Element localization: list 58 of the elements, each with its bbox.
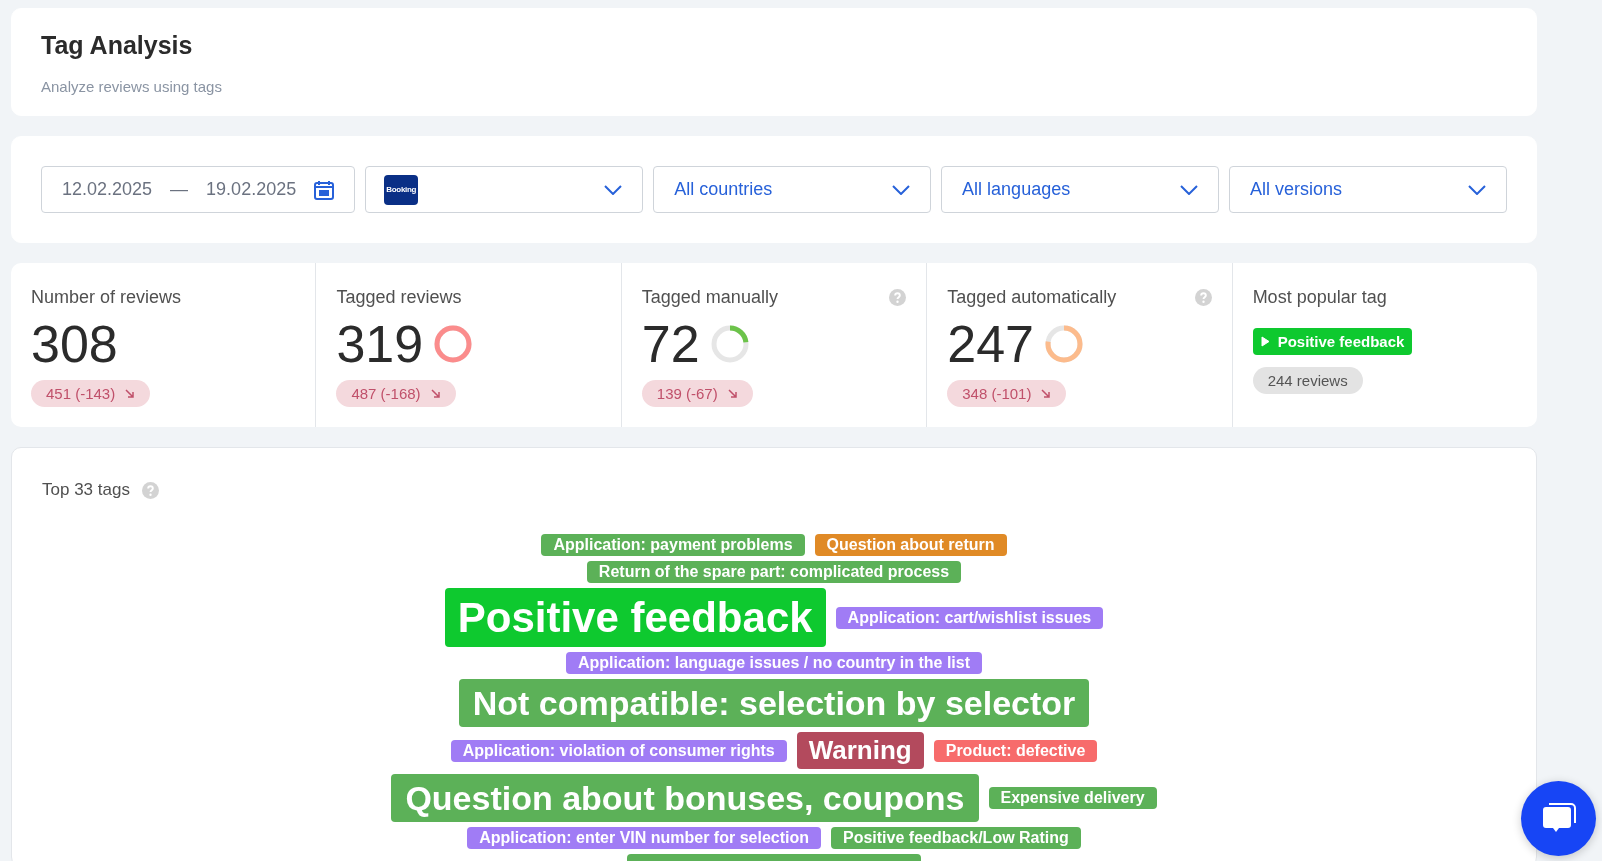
stat-value: 247 <box>947 314 1034 374</box>
change-badge: 139 (-67) <box>641 380 753 407</box>
app-logo: Booking <box>384 174 419 205</box>
stat-label: Number of reviews <box>31 287 182 308</box>
arrow-down-right-icon <box>125 388 136 399</box>
tag-chip[interactable]: Question about return <box>814 534 1007 556</box>
tag-chip[interactable]: Application: cart/wishlist issues <box>835 606 1104 629</box>
chevron-down-icon <box>1468 184 1486 195</box>
stat-value: 72 <box>641 314 700 374</box>
progress-ring <box>433 324 474 364</box>
arrow-down-right-icon <box>727 388 738 399</box>
progress-ring <box>1044 324 1084 364</box>
stat-label: Most popular tag <box>1252 287 1388 308</box>
chat-button[interactable] <box>1521 781 1596 856</box>
change-badge: 348 (-101) <box>947 380 1067 407</box>
calendar-icon[interactable] <box>314 179 335 200</box>
arrow-down-right-icon <box>430 388 441 399</box>
change-badge: 487 (-168) <box>336 380 456 407</box>
stat-value: 308 <box>31 314 118 374</box>
app-dropdown[interactable]: Booking <box>365 166 644 213</box>
date-range-field[interactable]: 12.02.2025 — 19.02.2025 <box>41 166 356 213</box>
section-title: Top 33 tags <box>42 480 130 500</box>
tag-chip[interactable]: Application: violation of consumer rights <box>450 739 787 762</box>
chevron-down-icon <box>604 184 623 195</box>
tag-chip[interactable]: Application: payment problems <box>541 534 805 556</box>
tag-chip[interactable]: Not compatible: selection by selector <box>458 679 1090 727</box>
filter-dropdown[interactable]: All countries <box>653 166 932 213</box>
change-badge: 451 (-143) <box>31 380 151 407</box>
chevron-down-icon <box>892 184 911 195</box>
progress-ring <box>709 324 750 364</box>
tag-chip[interactable]: Application: enter VIN number for selection <box>467 827 821 849</box>
tag-chip[interactable]: Question about bonuses, coupons <box>391 774 979 822</box>
stat-value: 319 <box>336 314 424 374</box>
date-from: 12.02.2025 <box>62 179 153 200</box>
date-to: 19.02.2025 <box>206 179 297 200</box>
arrow-down-right-icon <box>1041 388 1052 399</box>
date-separator: — <box>170 179 189 200</box>
page-title: Tag Analysis <box>41 31 194 60</box>
stat-label: Tagged manually <box>641 287 778 308</box>
review-count-badge: 244 reviews <box>1252 367 1363 394</box>
tag-chip[interactable]: Product: defective <box>933 739 1098 762</box>
tag-chip[interactable]: Positive feedback <box>444 588 826 647</box>
filter-dropdown[interactable]: All languages <box>941 166 1220 213</box>
tag-chip[interactable]: Return of the spare part: complicated process <box>586 561 962 583</box>
chevron-down-icon <box>1180 184 1199 195</box>
popular-tag[interactable]: Positive feedback <box>1252 328 1413 355</box>
filter-dropdown[interactable]: All versions <box>1229 166 1507 213</box>
page-subtitle: Analyze reviews using tags <box>41 78 223 95</box>
help-icon[interactable] <box>889 289 907 306</box>
tag-chip[interactable]: Positive feedback/Low Rating <box>831 827 1081 849</box>
help-icon[interactable] <box>1194 289 1212 306</box>
tag-chip[interactable]: Application: language issues / no country in the list <box>565 652 982 674</box>
help-icon[interactable] <box>141 481 159 499</box>
tag-chip[interactable]: Expensive delivery <box>988 787 1157 809</box>
stat-label: Tagged reviews <box>336 287 462 308</box>
tag-chip[interactable]: Warning <box>796 732 924 769</box>
play-icon <box>1260 336 1270 347</box>
stat-label: Tagged automatically <box>947 287 1117 308</box>
